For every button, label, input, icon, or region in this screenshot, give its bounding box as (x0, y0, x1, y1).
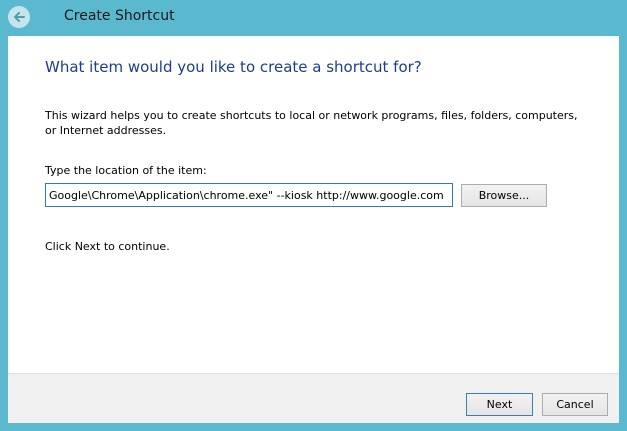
wizard-content: What item would you like to create a sho… (8, 36, 619, 373)
cancel-button[interactable]: Cancel (542, 393, 608, 416)
wizard-footer: Next Cancel (8, 373, 619, 423)
back-arrow-icon (14, 12, 25, 22)
window-title: Create Shortcut (64, 8, 175, 24)
browse-button[interactable]: Browse... (461, 184, 547, 207)
location-input[interactable] (45, 183, 453, 207)
back-button[interactable] (8, 6, 30, 28)
wizard-heading: What item would you like to create a sho… (45, 58, 422, 76)
continue-instruction: Click Next to continue. (45, 240, 170, 253)
wizard-description: This wizard helps you to create shortcut… (45, 109, 578, 137)
title-bar: Create Shortcut (0, 0, 627, 36)
next-button[interactable]: Next (466, 393, 533, 416)
create-shortcut-window: Create Shortcut What item would you like… (0, 0, 627, 431)
location-label: Type the location of the item: (45, 164, 207, 177)
